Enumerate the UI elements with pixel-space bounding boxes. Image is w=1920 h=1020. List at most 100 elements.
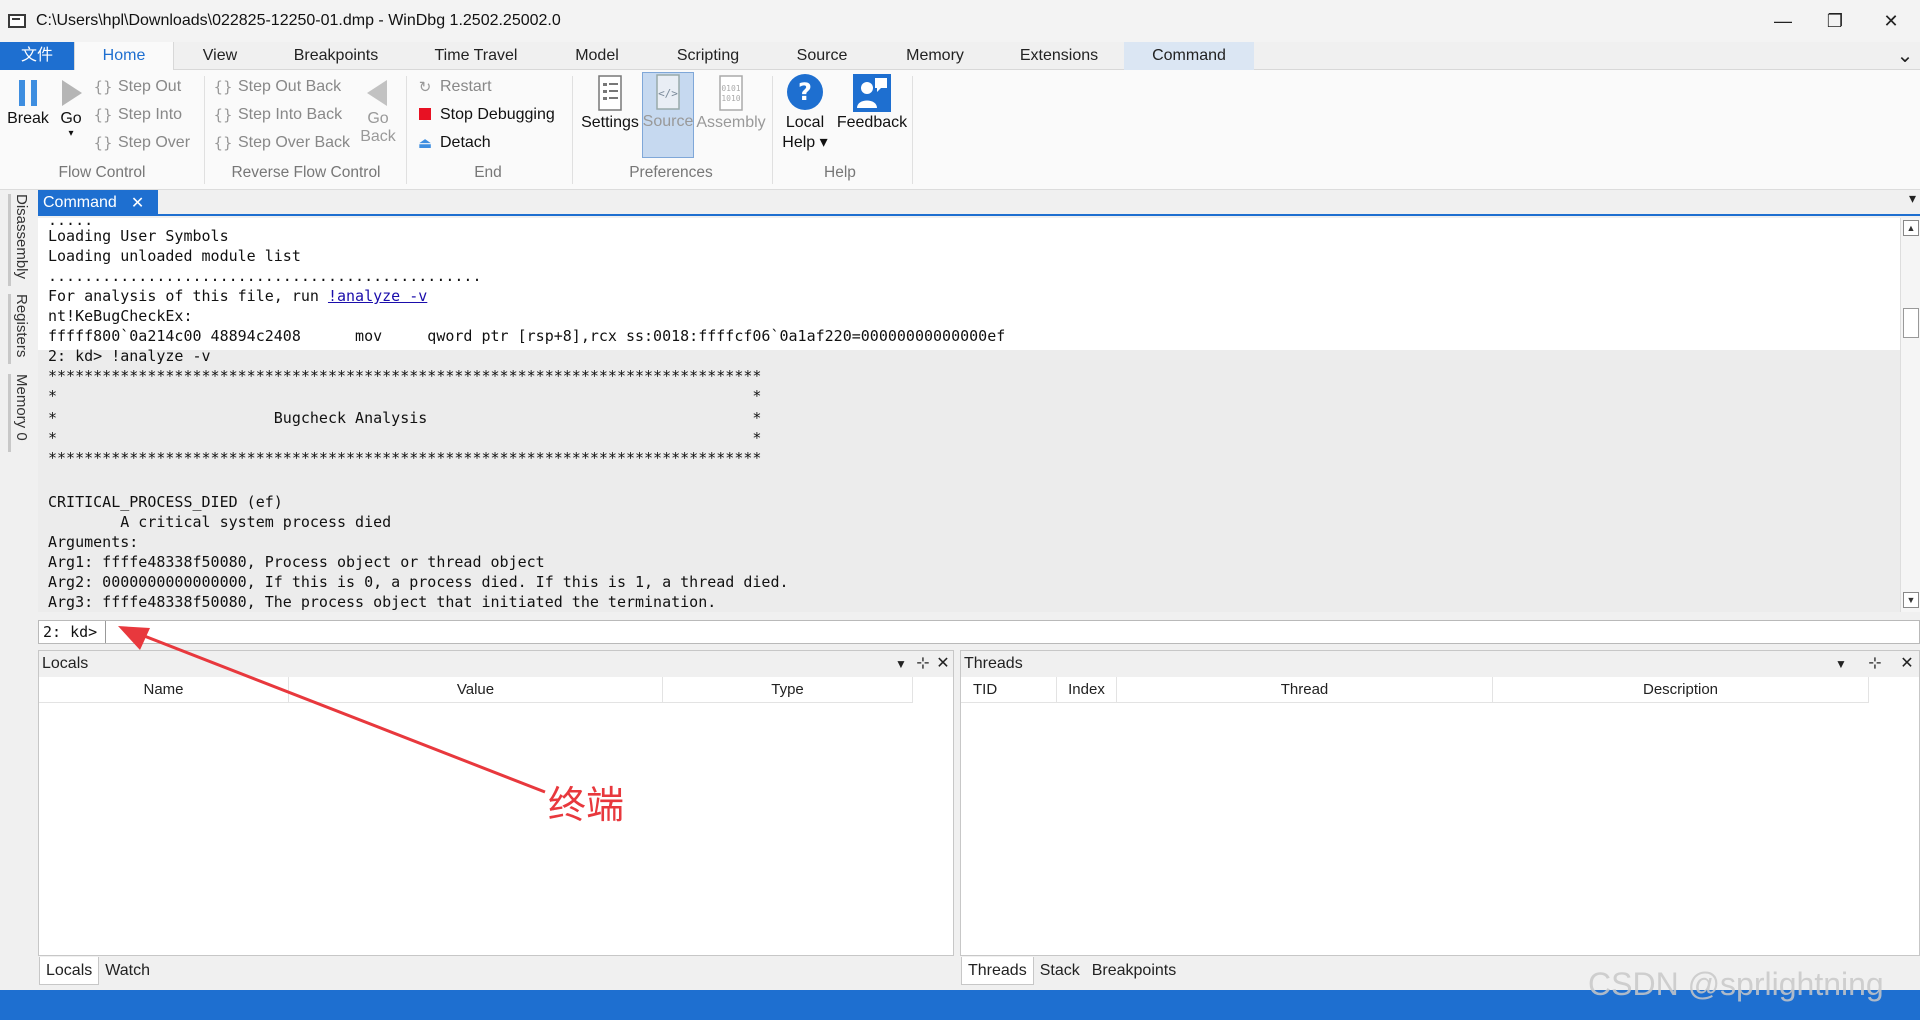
title-bar: C:\Users\hpl\Downloads\022825-12250-01.d… [0,0,1920,42]
restart-button[interactable]: ↻ Restart [414,74,492,100]
group-label-reverse-flow-control: Reverse Flow Control [231,164,381,181]
tab-extensions[interactable]: Extensions [1004,42,1114,70]
svg-text:?: ? [798,78,812,106]
scroll-down-arrow-icon[interactable]: ▼ [1903,592,1919,608]
output-line: * * [48,429,762,447]
tab-overflow-menu-icon[interactable]: ▾ [1909,190,1916,207]
feedback-button[interactable]: Feedback [832,72,912,132]
restore-button[interactable]: ❐ [1806,0,1864,42]
side-tab-memory-0[interactable]: Memory 0 [8,374,30,452]
go-dropdown-arrow-icon[interactable]: ▾ [68,128,73,139]
tab-scripting[interactable]: Scripting [662,42,754,70]
go-button[interactable]: Go ▾ [54,74,88,139]
tab-time-travel[interactable]: Time Travel [420,42,532,70]
step-over-back-label: Step Over Back [238,134,351,151]
step-into-back-label: Step Into Back [238,106,343,123]
step-out-back-label: Step Out Back [238,78,342,95]
close-icon[interactable]: ✕ [1897,654,1917,674]
tab-home[interactable]: Home [74,42,174,71]
tab-command[interactable]: Command [1124,42,1254,70]
assembly-button[interactable]: 0101 1010 Assembly [696,74,766,132]
panel-menu-chevron-icon[interactable]: ▼ [1831,654,1851,674]
windbg-app-icon [8,14,26,28]
tab-model[interactable]: Model [556,42,638,70]
threads-panel: Threads ▼ ⊹ ✕ TID Index Thread Descripti… [960,650,1920,985]
command-input[interactable] [105,621,1915,643]
threads-panel-title: Threads [961,651,1919,677]
go-label: Go [60,110,82,127]
scrollbar-thumb[interactable] [1903,308,1919,338]
tab-threads[interactable]: Threads [961,957,1034,985]
close-button[interactable]: ✕ [1862,0,1920,42]
column-header-index[interactable]: Index [1057,677,1117,703]
column-header-thread[interactable]: Thread [1117,677,1493,703]
pin-icon[interactable]: ⊹ [913,654,933,674]
close-command-tab-icon[interactable]: ✕ [131,193,144,213]
group-label-flow-control: Flow Control [58,164,146,181]
tab-stack[interactable]: Stack [1034,957,1086,985]
restart-icon: ↻ [418,78,432,96]
step-out-label: Step Out [118,78,182,95]
column-header-tid[interactable]: TID [961,677,1057,703]
tab-memory[interactable]: Memory [890,42,980,70]
column-header-type[interactable]: Type [663,677,913,703]
stop-debugging-button[interactable]: Stop Debugging [414,102,555,128]
detach-button[interactable]: ⏏ Detach [414,130,491,156]
output-line: ****************************************… [48,449,762,467]
step-into-button[interactable]: {} Step Into [92,102,182,128]
source-button[interactable]: </> Source [642,72,694,158]
tab-breakpoints[interactable]: Breakpoints [276,42,396,70]
tab-breakpoints-pane[interactable]: Breakpoints [1086,957,1183,985]
output-line: ........................................… [48,267,482,285]
tab-watch[interactable]: Watch [99,957,156,985]
step-out-icon: {} [93,78,113,96]
step-into-back-icon: {} [213,106,233,124]
step-over-icon: {} [93,134,113,152]
settings-label: Settings [581,114,639,131]
ribbon-collapse-chevron-icon[interactable]: ⌄ [1890,42,1920,70]
close-icon[interactable]: ✕ [933,654,953,674]
step-into-icon: {} [93,106,113,124]
step-into-back-button[interactable]: {} Step Into Back [212,102,342,128]
svg-text:</>: </> [658,87,678,100]
left-side-tab-strip: Disassembly Registers Memory 0 [0,190,34,990]
step-over-button[interactable]: {} Step Over [92,130,190,156]
column-header-name[interactable]: Name [39,677,289,703]
step-over-back-button[interactable]: {} Step Over Back [212,130,350,156]
step-out-back-button[interactable]: {} Step Out Back [212,74,341,100]
analyze-hint-text: For analysis of this file, run [48,287,328,305]
column-header-value[interactable]: Value [289,677,663,703]
scroll-up-arrow-icon[interactable]: ▲ [1903,220,1919,236]
panel-menu-chevron-icon[interactable]: ▼ [891,654,911,674]
tab-source[interactable]: Source [778,42,866,70]
step-out-button[interactable]: {} Step Out [92,74,181,100]
output-line: nt!KeBugCheckEx: [48,307,193,325]
tab-file[interactable]: 文件 [0,42,74,70]
go-back-button[interactable]: Go Back [358,74,398,146]
feedback-label: Feedback [836,114,908,131]
side-tab-registers[interactable]: Registers [8,294,30,364]
detach-label: Detach [440,134,491,151]
group-divider [572,76,573,184]
feedback-icon [853,74,891,112]
step-over-label: Step Over [118,134,191,151]
analyze-link[interactable]: !analyze -v [328,287,427,305]
command-output-scrollbar[interactable]: ▲ ▼ [1900,218,1920,612]
locals-panel: Locals ▼ ⊹ ✕ Name Value Type Locals Watc… [38,650,954,985]
source-label: Source [642,113,694,130]
local-help-button[interactable]: ? Local Help ▾ [780,72,830,152]
ribbon: Break Go ▾ {} Step Out {} Step Into {} Step… [0,70,1920,190]
command-output[interactable]: ..... Loading User Symbols Loading unloa… [38,218,1900,612]
tab-command-window[interactable]: Command ✕ [38,190,158,216]
output-line: Loading unloaded module list [48,247,301,265]
pin-icon[interactable]: ⊹ [1865,654,1885,674]
minimize-button[interactable]: — [1754,0,1812,42]
pause-icon [19,80,37,106]
settings-button[interactable]: Settings [578,74,642,132]
break-button[interactable]: Break [6,74,50,128]
column-header-description[interactable]: Description [1493,677,1869,703]
side-tab-disassembly[interactable]: Disassembly [8,194,30,286]
output-line: CRITICAL_PROCESS_DIED (ef) [48,493,283,511]
tab-view[interactable]: View [180,42,260,70]
tab-locals[interactable]: Locals [39,957,100,985]
